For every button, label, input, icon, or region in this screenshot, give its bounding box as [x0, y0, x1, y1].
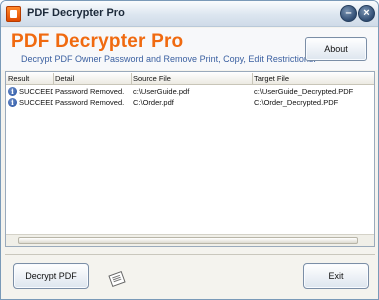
detail-cell: Password Removed. [55, 87, 125, 96]
detail-cell: Password Removed. [55, 98, 125, 107]
window-title: PDF Decrypter Pro [27, 7, 125, 19]
results-table[interactable]: Result Detail Source File Target File i … [5, 71, 375, 247]
about-button[interactable]: About [305, 37, 367, 61]
column-header-source-file[interactable]: Source File [133, 74, 171, 83]
scrollbar-thumb[interactable] [18, 237, 358, 244]
column-divider[interactable] [252, 73, 253, 84]
source-file-cell: c:\UserGuide.pdf [133, 87, 190, 96]
column-divider[interactable] [131, 73, 132, 84]
info-icon: i [8, 98, 17, 107]
app-name-heading: PDF Decrypter Pro [11, 31, 184, 52]
info-icon: i [8, 87, 17, 96]
column-divider[interactable] [53, 73, 54, 84]
app-window: PDF Decrypter Pro – × PDF Decrypter Pro … [0, 0, 379, 300]
table-header: Result Detail Source File Target File [6, 72, 374, 85]
title-bar[interactable]: PDF Decrypter Pro – × [1, 1, 378, 27]
column-header-detail[interactable]: Detail [55, 74, 74, 83]
table-row[interactable]: i SUCCEED Password Removed. c:\UserGuide… [6, 87, 374, 97]
table-row[interactable]: i SUCCEED Password Removed. C:\Order.pdf… [6, 98, 374, 108]
result-cell: SUCCEED [19, 87, 53, 96]
document-icon [108, 270, 126, 288]
app-logo-icon [6, 6, 21, 22]
minimize-button[interactable]: – [340, 5, 357, 22]
close-button[interactable]: × [358, 5, 375, 22]
exit-button[interactable]: Exit [303, 263, 369, 289]
target-file-cell: C:\Order_Decrypted.PDF [254, 98, 339, 107]
decrypt-pdf-button[interactable]: Decrypt PDF [13, 263, 89, 289]
bottom-panel: Decrypt PDF Exit [5, 254, 375, 296]
column-header-result[interactable]: Result [8, 74, 29, 83]
tagline: Decrypt PDF Owner Password and Remove Pr… [21, 54, 316, 64]
source-file-cell: C:\Order.pdf [133, 98, 174, 107]
target-file-cell: c:\UserGuide_Decrypted.PDF [254, 87, 354, 96]
horizontal-scrollbar[interactable] [6, 234, 374, 246]
result-cell: SUCCEED [19, 98, 53, 107]
column-header-target-file[interactable]: Target File [254, 74, 289, 83]
